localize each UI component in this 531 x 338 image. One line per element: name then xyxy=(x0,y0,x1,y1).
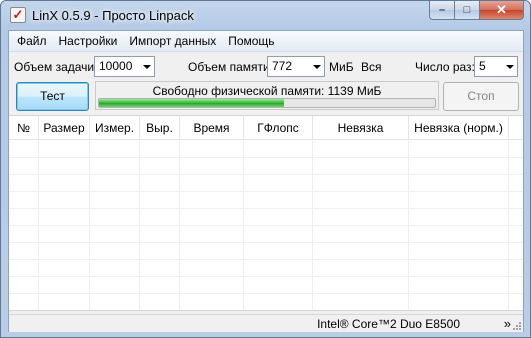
chevron-down-icon xyxy=(506,65,514,69)
row-gridline xyxy=(9,208,523,209)
table-body xyxy=(9,140,523,310)
client-area: Файл Настройки Импорт данных Помощь Объе… xyxy=(8,30,524,332)
column-header[interactable]: Размер xyxy=(39,116,90,140)
stop-button: Стоп xyxy=(443,82,519,111)
task-size-combo[interactable]: 10000 xyxy=(94,56,155,77)
column-header[interactable]: Выр. xyxy=(140,116,180,140)
row-gridline xyxy=(9,157,523,158)
column-header[interactable]: Невязка xyxy=(313,116,409,140)
row-gridline xyxy=(9,191,523,192)
column-gridline xyxy=(38,140,39,310)
app-check-icon[interactable]: ✓ xyxy=(10,7,26,23)
menu-file[interactable]: Файл xyxy=(11,31,53,51)
window-title: LinX 0.5.9 - Просто Linpack xyxy=(32,8,194,23)
menu-settings[interactable]: Настройки xyxy=(53,31,124,51)
column-gridline xyxy=(139,140,140,310)
status-bar: Intel® Core™2 Duo E8500 » xyxy=(9,314,523,332)
memory-label: Объем памяти: xyxy=(188,60,274,74)
chevron-down-icon xyxy=(313,65,321,69)
free-memory-panel: Свободно физической памяти: 1139 МиБ xyxy=(95,81,439,110)
minimize-button[interactable]: – xyxy=(429,1,455,20)
runs-value: 5 xyxy=(479,59,486,73)
menu-bar: Файл Настройки Импорт данных Помощь xyxy=(9,31,523,52)
column-gridline xyxy=(243,140,244,310)
column-header[interactable]: Время xyxy=(180,116,244,140)
row-gridline xyxy=(9,293,523,294)
column-gridline xyxy=(508,140,509,310)
column-gridline xyxy=(179,140,180,310)
row-gridline xyxy=(9,276,523,277)
row-gridline xyxy=(9,259,523,260)
task-size-label: Объем задачи: xyxy=(14,60,98,74)
close-button[interactable]: ✕ xyxy=(480,1,524,20)
runs-label: Число раз: xyxy=(415,60,475,74)
free-memory-text: Свободно физической памяти: 1139 МиБ xyxy=(152,84,382,98)
menu-import[interactable]: Импорт данных xyxy=(123,31,222,51)
table-header: № Размер Измер. Выр. Время ГФлопс Невязк… xyxy=(9,116,523,140)
column-gridline xyxy=(89,140,90,310)
resize-grip-icon[interactable] xyxy=(513,322,521,330)
column-gridline xyxy=(312,140,313,310)
memory-unit: МиБ xyxy=(329,60,354,74)
memory-combo[interactable]: 772 xyxy=(267,56,325,77)
column-header[interactable]: Измер. xyxy=(90,116,140,140)
memory-progress-fill xyxy=(99,99,284,107)
column-gridline xyxy=(408,140,409,310)
results-table[interactable]: № Размер Измер. Выр. Время ГФлопс Невязк… xyxy=(9,115,523,311)
column-header[interactable]: ГФлопс xyxy=(244,116,313,140)
task-size-value: 10000 xyxy=(99,59,133,73)
memory-progress-bar xyxy=(98,98,436,108)
cpu-name: Intel® Core™2 Duo E8500 xyxy=(317,317,460,331)
menu-help[interactable]: Помощь xyxy=(222,31,280,51)
row-gridline xyxy=(9,242,523,243)
window-controls: – □ ✕ xyxy=(429,1,524,20)
row-gridline xyxy=(9,225,523,226)
column-header[interactable]: № xyxy=(9,116,39,140)
settings-row: Объем задачи: 10000 Объем памяти: 772 Ми… xyxy=(9,55,523,79)
app-window: ✓ LinX 0.5.9 - Просто Linpack – □ ✕ Файл… xyxy=(0,0,531,338)
memory-all-label[interactable]: Вся xyxy=(361,60,382,74)
row-gridline xyxy=(9,174,523,175)
memory-value: 772 xyxy=(272,59,293,73)
test-button[interactable]: Тест xyxy=(16,82,89,111)
runs-combo[interactable]: 5 xyxy=(474,56,518,77)
column-header[interactable]: Невязка (норм.) xyxy=(409,116,509,140)
expand-chevron-icon[interactable]: » xyxy=(504,316,511,331)
maximize-button[interactable]: □ xyxy=(455,1,480,20)
title-bar[interactable]: ✓ LinX 0.5.9 - Просто Linpack – □ ✕ xyxy=(1,1,530,29)
chevron-down-icon xyxy=(143,65,151,69)
